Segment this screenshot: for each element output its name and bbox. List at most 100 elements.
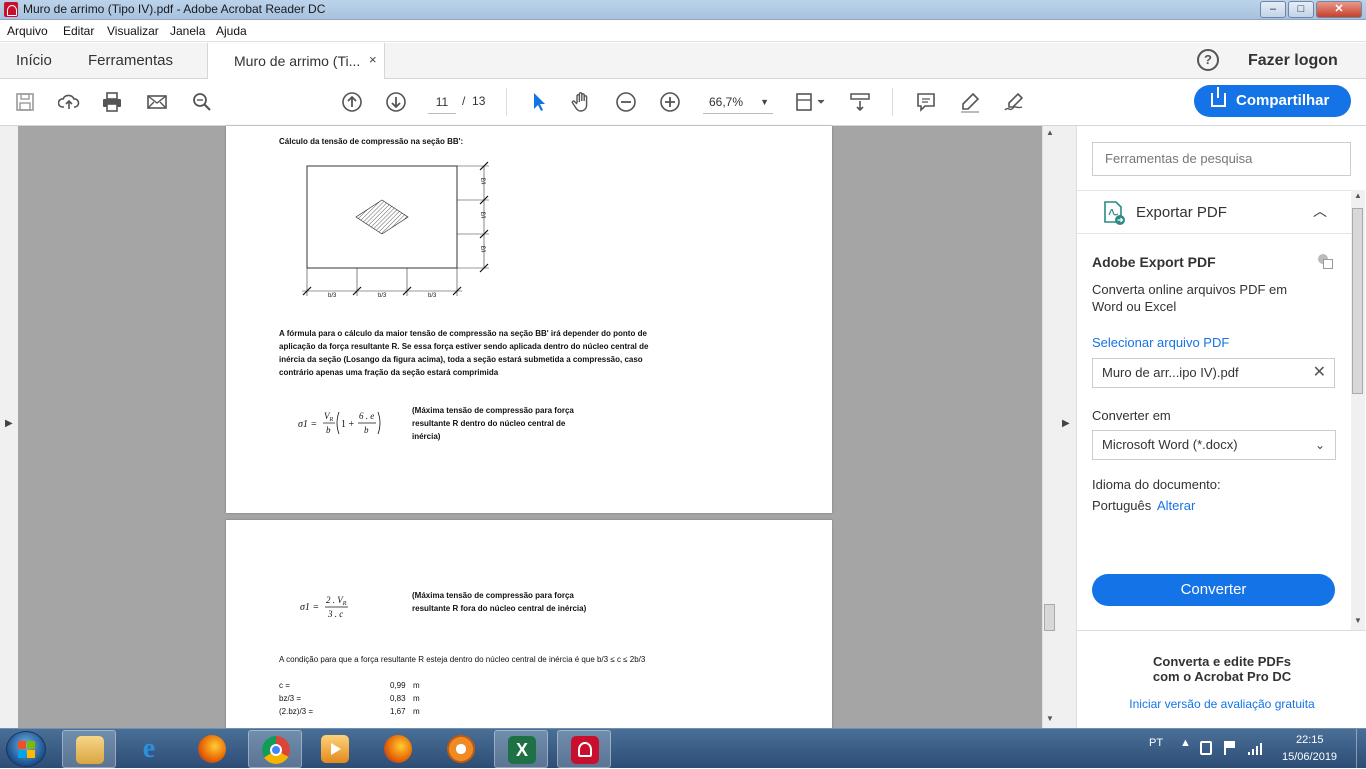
menu-arquivo[interactable]: Arquivo	[7, 24, 48, 38]
right-panel-toggle[interactable]: ▶	[1056, 126, 1076, 728]
convert-format-select[interactable]: Microsoft Word (*.docx) ⌄	[1092, 430, 1336, 460]
scroll-mode-icon[interactable]	[848, 90, 872, 114]
taskbar-firefox-2[interactable]	[371, 730, 425, 768]
taskbar-chrome[interactable]	[248, 730, 302, 768]
promo-box: Converta e edite PDFs com o Acrobat Pro …	[1077, 630, 1366, 728]
taskbar-explorer[interactable]	[62, 730, 116, 768]
tab-document-label: Muro de arrimo (Ti...	[234, 53, 361, 69]
result-label: (2.bz)/3 =	[279, 707, 314, 716]
share-label: Compartilhar	[1236, 92, 1330, 109]
share-icon	[1211, 87, 1226, 107]
comment-icon[interactable]	[914, 90, 938, 114]
export-pdf-icon	[1104, 201, 1125, 225]
zoom-out-icon[interactable]	[614, 90, 638, 114]
result-value: 0,83	[390, 694, 406, 703]
free-trial-link[interactable]: Iniciar versão de avaliação gratuita	[1077, 697, 1366, 711]
result-unit: m	[413, 681, 420, 690]
scroll-thumb[interactable]	[1352, 208, 1363, 394]
minimize-button[interactable]: –	[1260, 1, 1286, 18]
chevron-up-icon[interactable]: ︿	[1313, 201, 1327, 221]
network-signal-icon[interactable]	[1248, 743, 1264, 755]
scroll-up-icon[interactable]: ▲	[1046, 128, 1054, 137]
svg-text:σ1 =: σ1 =	[300, 602, 319, 613]
taskbar-acrobat[interactable]	[557, 730, 611, 768]
media-player-icon	[321, 735, 349, 763]
show-desktop-button[interactable]	[1356, 729, 1366, 769]
page-number-input[interactable]: 11	[428, 92, 456, 114]
toolbar-divider	[892, 88, 893, 116]
acrobat-app-icon	[4, 2, 18, 17]
next-page-icon[interactable]	[384, 90, 408, 114]
share-button[interactable]: Compartilhar	[1194, 85, 1351, 117]
page-total: / 13	[462, 94, 486, 108]
result-label: c =	[279, 681, 290, 690]
maximize-button[interactable]: □	[1288, 1, 1314, 18]
formula-note: (Máxima tensão de compressão para força …	[412, 406, 574, 441]
condition-text: A condição para que a força resultante R…	[279, 655, 646, 664]
menu-editar[interactable]: Editar	[63, 24, 94, 38]
scroll-up-icon[interactable]: ▲	[1354, 191, 1362, 200]
menu-janela[interactable]: Janela	[170, 24, 205, 38]
page-fit-icon[interactable]	[793, 90, 827, 114]
chevron-down-icon: ▼	[760, 97, 769, 107]
zoom-level-select[interactable]: 66,7% ▼	[703, 92, 773, 114]
taskbar-app[interactable]	[434, 730, 488, 768]
search-zoom-icon[interactable]	[190, 90, 214, 114]
change-language-link[interactable]: Alterar	[1157, 498, 1195, 513]
clear-file-icon[interactable]: ✕	[1313, 359, 1326, 387]
previous-page-icon[interactable]	[340, 90, 364, 114]
sign-icon[interactable]	[1002, 90, 1026, 114]
hand-tool-icon[interactable]	[570, 90, 594, 114]
svg-text:6 . e: 6 . e	[359, 411, 374, 421]
save-icon[interactable]	[13, 90, 37, 114]
taskbar-excel[interactable]: X	[494, 730, 548, 768]
scroll-down-icon[interactable]: ▼	[1046, 714, 1054, 723]
language-indicator[interactable]: PT	[1149, 737, 1163, 749]
show-hidden-icons-icon[interactable]: ▲	[1180, 737, 1191, 749]
dimension-label: b/3	[378, 293, 387, 299]
start-button[interactable]	[6, 731, 46, 767]
select-file-link[interactable]: Selecionar arquivo PDF	[1092, 335, 1229, 350]
menu-ajuda[interactable]: Ajuda	[216, 24, 247, 38]
service-title: Adobe Export PDF	[1092, 254, 1216, 270]
export-pdf-title: Exportar PDF	[1136, 204, 1227, 221]
tools-search-input[interactable]: Ferramentas de pesquisa	[1092, 142, 1351, 176]
menu-visualizar[interactable]: Visualizar	[107, 24, 159, 38]
scroll-down-icon[interactable]: ▼	[1354, 616, 1362, 625]
taskbar-ie[interactable]: e	[122, 730, 176, 768]
result-value: 1,67	[390, 707, 406, 716]
tab-document[interactable]: Muro de arrimo (Ti... ×	[207, 43, 385, 80]
select-cursor-icon[interactable]	[527, 90, 551, 114]
close-window-button[interactable]: ✕	[1316, 1, 1362, 18]
tab-tools[interactable]: Ferramentas	[88, 52, 173, 69]
excel-icon: X	[508, 736, 536, 764]
taskbar-media[interactable]	[308, 730, 362, 768]
login-button[interactable]: Fazer logon	[1248, 52, 1338, 70]
taskbar-firefox[interactable]	[185, 730, 239, 768]
result-label: bz/3 =	[279, 694, 302, 703]
clock-time[interactable]: 22:15	[1296, 734, 1324, 746]
highlight-pen-icon[interactable]	[958, 90, 982, 114]
email-icon[interactable]	[145, 90, 169, 114]
close-tab-icon[interactable]: ×	[369, 52, 377, 67]
language-value: Português	[1092, 498, 1152, 513]
selected-file-field[interactable]: Muro de arr...ipo IV).pdf ✕	[1092, 358, 1335, 388]
tab-home[interactable]: Início	[16, 52, 52, 69]
zoom-in-icon[interactable]	[658, 90, 682, 114]
print-icon[interactable]	[100, 90, 124, 114]
svg-text:b: b	[364, 425, 369, 435]
copy-icon[interactable]	[1318, 254, 1334, 270]
upload-cloud-icon[interactable]	[57, 90, 81, 114]
toolbar: 11 / 13 66,7% ▼ Compartilhar	[0, 79, 1366, 126]
document-viewport[interactable]: ▶ Cálculo da tensão de compressão na seç…	[0, 126, 1076, 735]
clock-date[interactable]: 15/06/2019	[1282, 751, 1337, 763]
scroll-thumb[interactable]	[1044, 604, 1055, 631]
export-pdf-header[interactable]: Exportar PDF ︿	[1077, 190, 1353, 234]
power-icon[interactable]	[1200, 741, 1212, 755]
flag-icon[interactable]	[1224, 741, 1235, 755]
help-icon[interactable]: ?	[1197, 49, 1219, 71]
left-panel-toggle[interactable]: ▶	[0, 126, 18, 728]
pane-scrollbar[interactable]: ▲ ▼	[1351, 190, 1365, 630]
document-scrollbar[interactable]: ▲ ▼	[1042, 126, 1056, 728]
convert-button[interactable]: Converter	[1092, 574, 1335, 606]
